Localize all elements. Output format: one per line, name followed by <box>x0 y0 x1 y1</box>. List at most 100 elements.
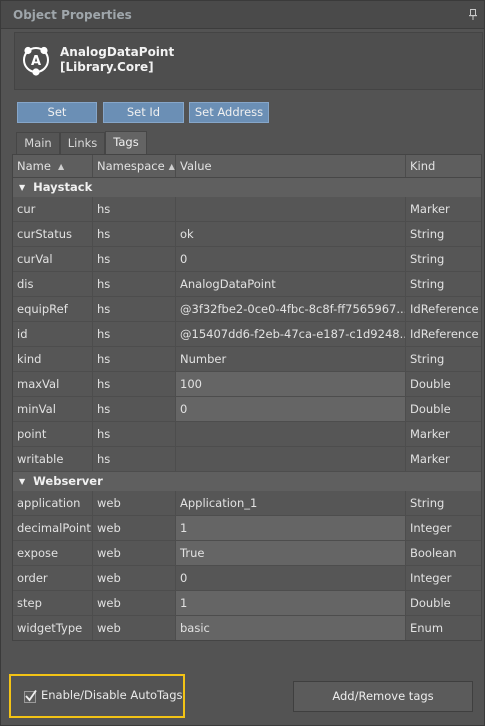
svg-text:A: A <box>31 54 41 69</box>
tag-namespace: hs <box>93 447 176 471</box>
tag-namespace: web <box>93 491 176 515</box>
tag-name: id <box>13 322 93 346</box>
auto-tags-checkbox[interactable] <box>24 689 37 703</box>
tag-kind: Double <box>410 402 451 416</box>
tag-namespace: hs <box>93 322 176 346</box>
tag-namespace: web <box>93 541 176 565</box>
tag-namespace: web <box>93 516 176 540</box>
table-row[interactable]: curStatus hs ok String <box>13 222 481 247</box>
tag-value[interactable]: @15407dd6-f2eb-47ca-e187-c1d9248... <box>176 322 406 346</box>
panel-title: Object Properties <box>13 7 132 22</box>
table-row[interactable]: equipRef hs @3f32fbe2-0ce0-4fbc-8c8f-ff7… <box>13 297 481 322</box>
tag-kind: Double <box>410 596 451 610</box>
set-button[interactable]: Set <box>17 102 97 123</box>
table-row[interactable]: dis hs AnalogDataPoint String <box>13 272 481 297</box>
tag-kind: String <box>410 227 445 241</box>
tag-value-editor[interactable]: 1 <box>176 591 406 615</box>
tag-value[interactable]: 0 <box>176 247 406 271</box>
tag-namespace: hs <box>93 197 176 221</box>
object-name: AnalogDataPoint <box>60 45 175 59</box>
set-address-button[interactable]: Set Address <box>189 102 269 123</box>
tag-value[interactable]: Application_1 <box>176 491 406 515</box>
table-row[interactable]: expose web True Boolean <box>13 541 481 566</box>
auto-tags-label[interactable]: Enable/Disable AutoTags <box>41 688 183 702</box>
table-row[interactable]: curVal hs 0 String <box>13 247 481 272</box>
tag-name: curVal <box>13 247 93 271</box>
table-row[interactable]: writable hs Marker <box>13 447 481 472</box>
grid-column-header: Name ▲ Namespace ▲ Value Kind <box>13 155 481 178</box>
tab-links[interactable]: Links <box>60 132 105 154</box>
tag-value[interactable]: @3f32fbe2-0ce0-4fbc-8c8f-ff7565967... <box>176 297 406 321</box>
tag-name: writable <box>13 447 93 471</box>
tag-value-editor[interactable]: True <box>176 541 406 565</box>
group-header-haystack[interactable]: ▼ Haystack <box>13 178 481 197</box>
tag-value[interactable]: AnalogDataPoint <box>176 272 406 296</box>
column-header-namespace[interactable]: Namespace ▲ <box>93 155 176 177</box>
tag-name: equipRef <box>13 297 93 321</box>
tag-namespace: web <box>93 566 176 590</box>
table-row[interactable]: maxVal hs 100 Double <box>13 372 481 397</box>
tag-namespace: web <box>93 591 176 615</box>
add-remove-tags-button[interactable]: Add/Remove tags <box>293 681 473 712</box>
table-row[interactable]: kind hs Number String <box>13 347 481 372</box>
table-row[interactable]: step web 1 Double <box>13 591 481 616</box>
pin-icon[interactable] <box>468 9 478 21</box>
tag-kind: IdReference <box>410 327 479 341</box>
tag-namespace: hs <box>93 347 176 371</box>
table-row[interactable]: decimalPoint web 1 Integer <box>13 516 481 541</box>
group-label: Haystack <box>33 180 93 194</box>
tag-name: decimalPoint <box>13 516 93 540</box>
analog-point-icon: A <box>19 43 53 77</box>
tag-kind: Double <box>410 377 451 391</box>
table-row[interactable]: id hs @15407dd6-f2eb-47ca-e187-c1d9248..… <box>13 322 481 347</box>
table-row[interactable]: cur hs Marker <box>13 197 481 222</box>
collapse-chevron-icon[interactable]: ▼ <box>19 178 25 197</box>
tag-kind: Boolean <box>410 546 457 560</box>
object-properties-panel: Object Properties A AnalogDataPoint [Lib… <box>0 0 485 726</box>
tag-namespace: hs <box>93 372 176 396</box>
tag-kind: String <box>410 252 445 266</box>
tag-name: minVal <box>13 397 93 421</box>
tag-name: application <box>13 491 93 515</box>
panel-titlebar: Object Properties <box>1 1 484 29</box>
tag-value-editor[interactable]: basic <box>176 616 406 640</box>
tag-kind: Integer <box>410 521 452 535</box>
group-header-webserver[interactable]: ▼ Webserver <box>13 472 481 491</box>
table-row[interactable]: point hs Marker <box>13 422 481 447</box>
checkmark-icon <box>25 689 37 702</box>
tag-name: kind <box>13 347 93 371</box>
column-header-value[interactable]: Value <box>176 155 406 177</box>
tag-value-editor[interactable]: 100 <box>176 372 406 396</box>
table-row[interactable]: application web Application_1 String <box>13 491 481 516</box>
collapse-chevron-icon[interactable]: ▼ <box>19 472 25 491</box>
tag-kind: Marker <box>410 202 450 216</box>
tag-value[interactable]: Number <box>176 347 406 371</box>
tag-kind: Enum <box>410 621 444 635</box>
tag-value[interactable] <box>176 197 406 221</box>
table-row[interactable]: minVal hs 0 Double <box>13 397 481 422</box>
tag-value-editor[interactable]: 0 <box>176 397 406 421</box>
tag-kind: Marker <box>410 427 450 441</box>
tag-value-editor[interactable]: 1 <box>176 516 406 540</box>
table-row[interactable]: widgetType web basic Enum <box>13 616 481 640</box>
object-library: [Library.Core] <box>60 60 154 74</box>
tag-namespace: hs <box>93 272 176 296</box>
tag-value[interactable]: 0 <box>176 566 406 590</box>
tag-value[interactable] <box>176 422 406 446</box>
tag-value[interactable] <box>176 447 406 471</box>
tag-namespace: hs <box>93 422 176 446</box>
table-row[interactable]: order web 0 Integer <box>13 566 481 591</box>
column-header-kind[interactable]: Kind <box>406 155 481 177</box>
sort-ascending-icon: ▲ <box>57 162 65 171</box>
tag-name: dis <box>13 272 93 296</box>
auto-tags-highlight: Enable/Disable AutoTags <box>9 674 185 718</box>
tag-name: expose <box>13 541 93 565</box>
column-header-name[interactable]: Name ▲ <box>13 155 93 177</box>
tab-tags[interactable]: Tags <box>105 131 147 154</box>
tag-kind: String <box>410 496 445 510</box>
tag-namespace: hs <box>93 297 176 321</box>
set-id-button[interactable]: Set Id <box>103 102 184 123</box>
tab-main[interactable]: Main <box>16 132 60 154</box>
tag-value[interactable]: ok <box>176 222 406 246</box>
tag-kind: Marker <box>410 452 450 466</box>
